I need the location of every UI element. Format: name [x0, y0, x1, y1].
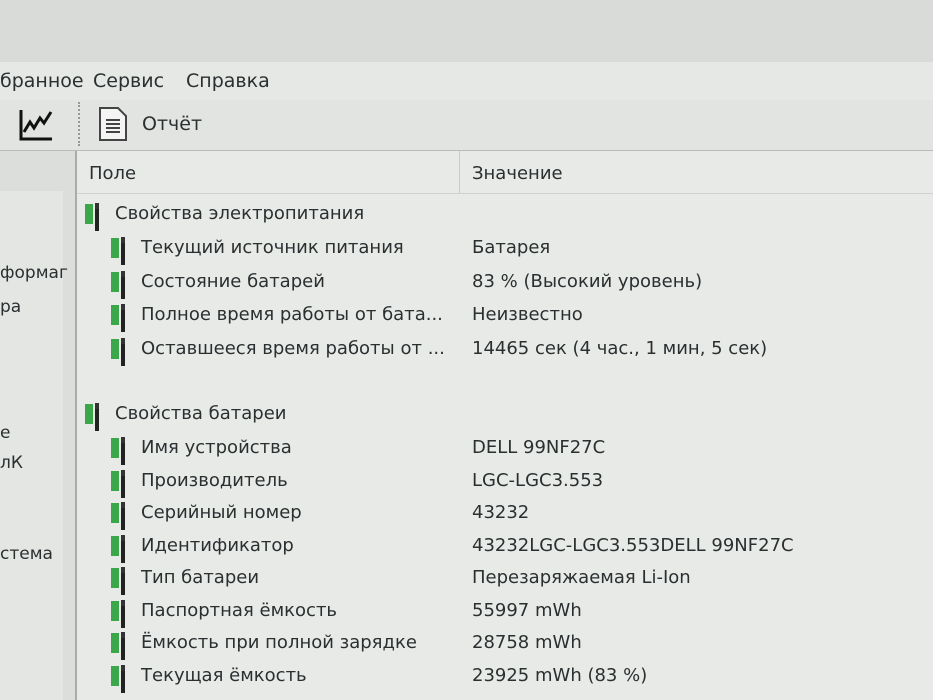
menu-service[interactable]: Сервис	[93, 70, 164, 92]
battery-plug-icon	[111, 469, 133, 498]
field-value: 83 % (Высокий уровень)	[472, 270, 703, 292]
battery-plug-icon	[111, 632, 133, 660]
field-name: Идентификатор	[141, 534, 294, 556]
tree-item[interactable]: е	[0, 423, 10, 443]
battery-plug-icon	[111, 664, 133, 693]
battery-plug-icon	[85, 403, 107, 431]
battery-plug-icon	[111, 437, 133, 465]
table-row[interactable]: Текущий источник питания Батарея	[77, 232, 933, 265]
battery-plug-icon	[111, 502, 133, 530]
navigation-tree[interactable]: формаг ра е лК стема	[0, 151, 77, 700]
field-value: 43232	[472, 502, 530, 523]
report-label: Отчёт	[142, 113, 203, 135]
battery-plug-icon	[111, 337, 133, 366]
field-name: Ёмкость при полной зарядке	[141, 632, 417, 653]
field-name: Состояние батарей	[141, 270, 325, 292]
battery-plug-icon	[111, 567, 133, 595]
field-value: 28758 mWh	[472, 632, 582, 653]
table-row[interactable]: Состояние батарей 83 % (Высокий уровень)	[77, 266, 933, 299]
battery-plug-icon	[111, 534, 133, 563]
table-row[interactable]: Текущая ёмкость 23925 mWh (83 %)	[77, 660, 933, 693]
tree-item[interactable]: лК	[0, 453, 23, 473]
group-header[interactable]: Свойства батареи	[77, 398, 933, 431]
field-name: Серийный номер	[141, 502, 302, 523]
battery-plug-icon	[85, 203, 107, 231]
battery-plug-icon	[111, 599, 133, 628]
field-value: Батарея	[472, 237, 551, 258]
column-header-field[interactable]: Поле	[89, 163, 136, 184]
field-name: Оставшееся время работы от ...	[141, 337, 445, 359]
group-title: Свойства электропитания	[115, 203, 365, 224]
field-name: Паспортная ёмкость	[141, 599, 338, 621]
field-name: Тип батареи	[141, 567, 260, 588]
tree-item[interactable]: формаг	[0, 263, 68, 283]
table-row[interactable]: Полное время работы от бата... Неизвестно	[77, 299, 933, 332]
toolbar-separator	[78, 102, 80, 146]
field-name: Текущая ёмкость	[141, 664, 307, 686]
field-name: Текущий источник питания	[141, 237, 404, 258]
column-divider[interactable]	[459, 151, 460, 193]
battery-plug-icon	[111, 304, 133, 332]
chart-icon[interactable]	[18, 108, 54, 142]
group-title: Свойства батареи	[115, 403, 287, 424]
field-value: 55997 mWh	[472, 599, 582, 621]
toolbar: Отчёт	[0, 100, 933, 151]
list-header: Поле Значение	[77, 151, 933, 194]
column-header-value[interactable]: Значение	[472, 163, 563, 184]
table-row[interactable]: Имя устройства DELL 99NF27C	[77, 432, 933, 465]
tree-item[interactable]: ра	[0, 297, 21, 317]
tree-item[interactable]: стема	[0, 544, 53, 564]
field-name: Производитель	[141, 469, 288, 491]
table-row[interactable]: Паспортная ёмкость 55997 mWh	[77, 595, 933, 628]
field-name: Имя устройства	[141, 437, 292, 458]
field-value: DELL 99NF27C	[472, 437, 606, 458]
properties-list: Поле Значение Свойства электропитания Тек…	[77, 151, 933, 700]
document-icon	[99, 107, 127, 141]
battery-plug-icon	[111, 270, 133, 299]
table-row[interactable]: Серийный номер 43232	[77, 497, 933, 530]
field-value: 14465 сек (4 час., 1 мин, 5 сек)	[472, 337, 768, 359]
table-row[interactable]: Производитель LGC-LGC3.553	[77, 465, 933, 498]
table-row[interactable]: Идентификатор 43232LGC-LGC3.553DELL 99NF2…	[77, 530, 933, 563]
field-value: Неизвестно	[472, 304, 583, 325]
menu-help[interactable]: Справка	[186, 70, 270, 92]
field-value: Перезаряжаемая Li-Ion	[472, 567, 691, 588]
field-value: LGC-LGC3.553	[472, 469, 604, 491]
table-row[interactable]: Ёмкость при полной зарядке 28758 mWh	[77, 627, 933, 660]
table-row[interactable]: Оставшееся время работы от ... 14465 сек …	[77, 333, 933, 366]
table-row[interactable]: Тип батареи Перезаряжаемая Li-Ion	[77, 562, 933, 595]
report-button[interactable]: Отчёт	[96, 104, 216, 144]
menu-favorites[interactable]: бранное	[0, 70, 84, 92]
field-value: 23925 mWh (83 %)	[472, 664, 648, 686]
group-header[interactable]: Свойства электропитания	[77, 198, 933, 231]
field-value: 43232LGC-LGC3.553DELL 99NF27C	[472, 534, 794, 556]
field-name: Полное время работы от бата...	[141, 304, 443, 325]
battery-plug-icon	[111, 237, 133, 265]
menu-bar: бранное Сервис Справка	[0, 62, 933, 100]
